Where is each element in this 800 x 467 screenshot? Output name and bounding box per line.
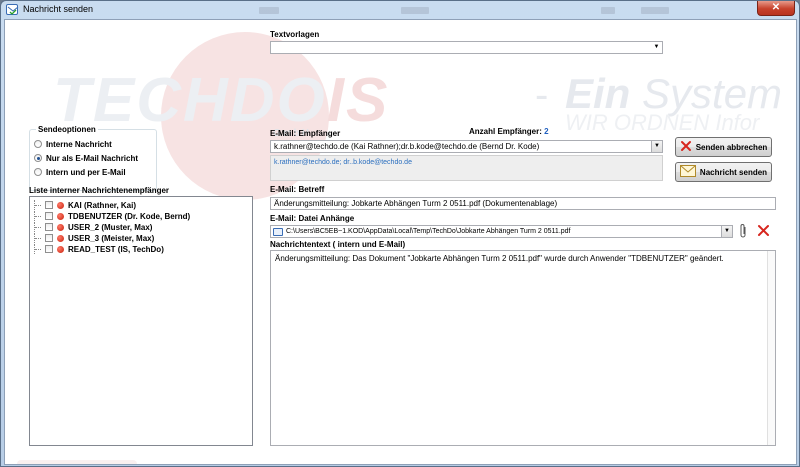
radio-label: Interne Nachricht [46, 139, 112, 149]
user-status-icon [57, 234, 64, 242]
radio-internal[interactable]: Interne Nachricht [34, 139, 112, 149]
recipient-count-value: 2 [544, 127, 549, 136]
radio-label: Nur als E-Mail Nachricht [46, 153, 139, 163]
recipient-checkbox[interactable] [45, 234, 53, 242]
background-ghost-text [641, 7, 669, 14]
recipient-label: READ_TEST (IS, TechDo) [68, 244, 164, 254]
radio-label: Intern und per E-Mail [46, 167, 126, 177]
recipient-label: KAI (Rathner, Kai) [68, 200, 137, 210]
vertical-scrollbar[interactable] [767, 251, 775, 445]
watermark-dash: - [535, 73, 549, 117]
list-item[interactable]: USER_2 (Muster, Max) [34, 222, 152, 232]
radio-button[interactable] [34, 154, 42, 162]
cancel-send-label: Senden abbrechen [695, 142, 768, 152]
tree-connector [34, 233, 42, 243]
chevron-down-icon[interactable]: ▼ [651, 141, 662, 152]
dialog-body: TECHDOIS GmbH - Ein System WIR ORDNEN In… [4, 19, 797, 465]
paperclip-icon[interactable] [739, 223, 748, 241]
recipient-checkbox[interactable] [45, 212, 53, 220]
radio-button[interactable] [34, 168, 42, 176]
list-item[interactable]: KAI (Rathner, Kai) [34, 200, 136, 210]
email-subject-label: E-Mail: Betreff [270, 185, 325, 194]
recipient-count: Anzahl Empfänger: 2 [469, 127, 549, 136]
templates-dropdown[interactable]: ▼ [270, 41, 663, 54]
recipient-checkbox[interactable] [45, 201, 53, 209]
email-recipients-value: k.rathner@techdo.de (Kai Rathner);dr.b.k… [274, 142, 540, 151]
radio-email-only[interactable]: Nur als E-Mail Nachricht [34, 153, 138, 163]
close-button[interactable]: ✕ [757, 1, 795, 16]
tree-connector [34, 211, 42, 221]
recipient-count-label: Anzahl Empfänger: [469, 127, 542, 136]
tree-connector [34, 200, 42, 210]
email-recipients-dropdown[interactable]: k.rathner@techdo.de (Kai Rathner);dr.b.k… [270, 140, 663, 153]
internal-recipients-list[interactable]: KAI (Rathner, Kai) TDBENUTZER (Dr. Kode,… [29, 196, 253, 446]
tree-connector [34, 244, 42, 254]
red-x-icon[interactable] [757, 224, 770, 239]
attachment-value: C:\Users\BC5EB~1.KOD\AppData\Local\Temp\… [286, 228, 571, 235]
title-bar[interactable]: Nachricht senden ✕ [1, 1, 799, 19]
send-message-button[interactable]: Nachricht senden [675, 162, 772, 182]
cancel-send-button[interactable]: Senden abbrechen [675, 137, 772, 157]
recipient-checkbox[interactable] [45, 223, 53, 231]
list-item[interactable]: TDBENUTZER (Dr. Kode, Bernd) [34, 211, 190, 221]
window-title: Nachricht senden [23, 4, 94, 14]
send-options-legend: Sendeoptionen [36, 125, 98, 134]
red-x-icon [680, 140, 692, 154]
dialog-window: Nachricht senden ✕ TECHDOIS GmbH - Ein S… [0, 0, 800, 467]
user-status-icon [57, 201, 64, 209]
radio-button[interactable] [34, 140, 42, 148]
watermark-fragment [17, 460, 137, 464]
radio-internal-and-email[interactable]: Intern und per E-Mail [34, 167, 126, 177]
background-ghost-text [401, 7, 429, 14]
chevron-down-icon[interactable]: ▼ [721, 226, 732, 237]
envelope-icon [273, 227, 283, 236]
background-ghost-text [259, 7, 279, 14]
envelope-check-icon [6, 4, 19, 15]
chevron-down-icon: ▼ [653, 44, 660, 50]
internal-recipients-label: Liste interner Nachrichtenempfänger [29, 186, 170, 195]
email-recipients-label: E-Mail: Empfänger [270, 129, 341, 138]
recipient-label: USER_2 (Muster, Max) [68, 222, 153, 232]
message-body: Änderungsmitteilung: Das Dokument "Jobka… [275, 254, 724, 263]
send-message-label: Nachricht senden [699, 167, 768, 177]
list-item[interactable]: USER_3 (Meister, Max) [34, 233, 154, 243]
watermark-tagline: WIR ORDNEN Infor [565, 110, 760, 135]
recipient-label: TDBENUTZER (Dr. Kode, Bernd) [68, 211, 191, 221]
tree-connector [34, 222, 42, 232]
envelope-icon [679, 165, 696, 179]
background-ghost-text [601, 7, 615, 14]
recipient-label: USER_3 (Meister, Max) [68, 233, 155, 243]
message-textarea[interactable]: Änderungsmitteilung: Das Dokument "Jobka… [270, 250, 776, 446]
email-subject-input[interactable]: Änderungsmitteilung: Jobkarte Abhängen T… [270, 197, 776, 210]
recipient-checkbox[interactable] [45, 245, 53, 253]
user-status-icon [57, 223, 64, 231]
email-attachments-dropdown[interactable]: C:\Users\BC5EB~1.KOD\AppData\Local\Temp\… [270, 225, 733, 238]
email-attachments-label: E-Mail: Datei Anhänge [270, 214, 355, 223]
user-status-icon [57, 212, 64, 220]
list-item[interactable]: READ_TEST (IS, TechDo) [34, 244, 164, 254]
templates-label: Textvorlagen [270, 30, 320, 39]
send-options-group: Sendeoptionen Interne Nachricht Nur als … [29, 125, 157, 191]
watermark-logo: TECHDOIS [53, 66, 390, 135]
user-status-icon [57, 245, 64, 253]
email-recipients-preview: k.rathner@techdo.de; dr..b.kode@techdo.d… [270, 155, 663, 181]
message-text-label: Nachrichtentext ( intern und E-Mail) [270, 240, 406, 249]
